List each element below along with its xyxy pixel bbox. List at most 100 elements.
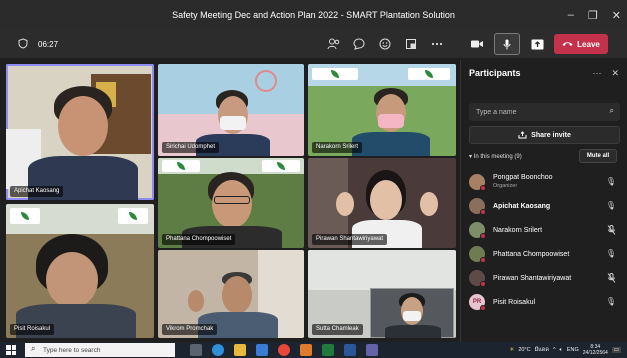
word-icon[interactable] [344, 344, 356, 356]
participant-row[interactable]: Pirawan Shantawiriyawat [469, 266, 620, 290]
participant-info: Pisit Roisakul [493, 298, 535, 307]
window-controls: – ❐ ✕ [568, 0, 621, 30]
close-window-button[interactable]: ✕ [612, 9, 621, 22]
participant-search-input[interactable]: Type a name ⌕ [469, 103, 620, 121]
video-tile[interactable]: Pisit Roisakul [6, 204, 154, 338]
status-dot [480, 257, 486, 263]
participant-row[interactable]: PR Pisit Roisakul 🎙︎ [469, 290, 620, 314]
status-dot [480, 209, 486, 215]
participant-name-label: Phattana Chompoowiset [162, 234, 236, 245]
reactions-icon[interactable] [378, 37, 392, 51]
windows-taskbar: ⌕ Type here to search ☀ 20°C มีแดด ^ 🔈︎ … [0, 342, 627, 358]
participant-name-label: Apichat Kaosang [10, 186, 64, 197]
weather-temp: 20°C [518, 347, 531, 353]
participant-row[interactable]: Narakorn Srilert [469, 218, 620, 242]
participant-list: Pongpat Boonchoo Organizer 🎙︎ Apichat Ka… [469, 170, 620, 314]
share-screen-icon[interactable] [530, 37, 544, 51]
mute-all-label: Mute all [586, 153, 610, 159]
microphone-icon: 🎙︎ [605, 249, 616, 258]
system-tray: ☀ 20°C มีแดด ^ 🔈︎ ENG 8:34 24/12/2564 ▭ [509, 342, 621, 358]
shirt [352, 132, 430, 156]
video-tile[interactable]: Apichat Kaosang [6, 64, 154, 200]
participant-name-label: Sutta Chamleak [312, 324, 363, 335]
video-tile[interactable]: Sutta Chamleak [308, 250, 456, 338]
mute-all-button[interactable]: Mute all [579, 149, 617, 163]
share-invite-label: Share invite [531, 131, 571, 139]
people-icon[interactable] [326, 37, 340, 51]
chevron-down-icon: ▾ [469, 154, 473, 160]
avatar [469, 270, 486, 287]
face [370, 180, 402, 220]
status-dot [480, 185, 486, 191]
participant-info: Phattana Chompoowiset [493, 250, 569, 259]
rooms-icon[interactable] [404, 37, 418, 51]
edge-icon[interactable] [212, 344, 224, 356]
language-indicator[interactable]: ENG [567, 347, 579, 353]
search-icon: ⌕ [609, 106, 614, 115]
chrome-icon[interactable] [278, 344, 290, 356]
thumb-up-hand [188, 290, 204, 312]
participant-name: Apichat Kaosang [493, 202, 551, 210]
microphone-icon [503, 39, 511, 49]
panel-controls: ··· ✕ [592, 68, 619, 79]
camera-icon[interactable] [470, 37, 484, 51]
leave-button[interactable]: Leave [554, 34, 608, 54]
background-wall [308, 250, 456, 290]
participant-name-label: Pirawan Shantawiriyawat [312, 234, 388, 245]
toolbar-actions: Leave [470, 33, 608, 55]
face-mask [403, 311, 421, 321]
face-mask [220, 116, 246, 130]
participant-name-label: Sirichai Udomphet [162, 142, 220, 153]
participant-row[interactable]: Pongpat Boonchoo Organizer 🎙︎ [469, 170, 620, 194]
maximize-button[interactable]: ❐ [588, 9, 598, 22]
microphone-muted-icon [607, 225, 616, 237]
participant-name: Pongpat Boonchoo [493, 174, 553, 181]
video-tile[interactable]: Pirawan Shantawiriyawat [308, 158, 456, 248]
teams-icon[interactable] [366, 344, 378, 356]
avatar [469, 222, 486, 239]
close-icon[interactable]: ✕ [611, 68, 619, 79]
task-view-icon[interactable] [190, 344, 202, 356]
participant-name: Phattana Chompoowiset [493, 250, 570, 258]
more-options-icon[interactable] [430, 37, 444, 51]
video-tile[interactable]: Vikrom Promchak [158, 250, 304, 338]
face-mask [378, 114, 404, 128]
taskbar-search-input[interactable]: ⌕ Type here to search [25, 343, 175, 357]
participant-row[interactable]: Apichat Kaosang 🎙︎ [469, 194, 620, 218]
plantation-logo [408, 68, 450, 80]
participant-row[interactable]: Phattana Chompoowiset 🎙︎ [469, 242, 620, 266]
minimize-button[interactable]: – [568, 9, 574, 21]
leave-label: Leave [577, 39, 600, 49]
notifications-icon[interactable]: ▭ [611, 347, 621, 353]
chat-icon[interactable] [352, 37, 366, 51]
avatar [469, 246, 486, 263]
share-invite-button[interactable]: Share invite [469, 126, 620, 144]
excel-icon[interactable] [322, 344, 334, 356]
avatar: PR [469, 294, 486, 311]
face [46, 252, 98, 308]
windows-start-icon[interactable] [6, 345, 16, 355]
face [58, 96, 108, 156]
powerpoint-icon[interactable] [300, 344, 312, 356]
avatar [469, 198, 486, 215]
microphone-button[interactable] [494, 33, 520, 55]
tray-arrow-icon[interactable]: ^ [553, 347, 556, 353]
participant-name-label: Narakorn Srilert [312, 142, 363, 153]
mail-icon[interactable] [256, 344, 268, 356]
thumb-up-hand [336, 192, 354, 216]
video-tile[interactable]: Narakorn Srilert [308, 64, 456, 156]
more-options-icon[interactable]: ··· [592, 68, 601, 79]
in-meeting-toggle[interactable]: ▾ In this meeting (9) [469, 153, 522, 160]
file-explorer-icon[interactable] [234, 344, 246, 356]
window-title: Safety Meeting Dec and Action Plan 2022 … [172, 10, 455, 20]
video-tile[interactable]: Sirichai Udomphet [158, 64, 304, 156]
video-tile[interactable]: Phattana Chompoowiset [158, 158, 304, 248]
volume-icon[interactable]: 🔈︎ [560, 347, 563, 354]
microphone-icon: 🎙︎ [605, 177, 616, 186]
glasses [214, 196, 250, 204]
clock[interactable]: 8:34 24/12/2564 [583, 344, 608, 356]
plantation-logo [312, 68, 358, 80]
status-dot [480, 233, 486, 239]
microphone-icon: 🎙︎ [605, 297, 616, 306]
background-ring [255, 70, 277, 92]
